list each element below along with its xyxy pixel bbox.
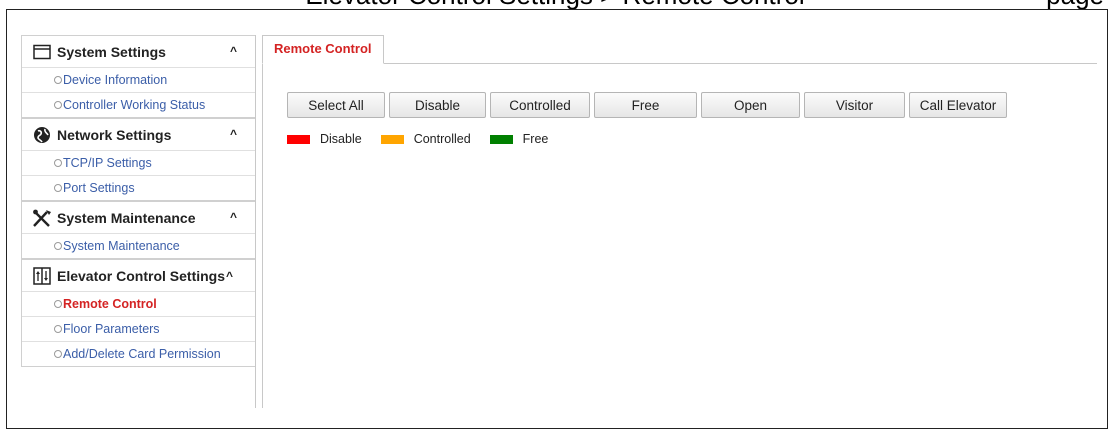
sidebar-item-port-settings[interactable]: Port Settings — [22, 175, 255, 200]
sidebar-item-tcp-ip-settings[interactable]: TCP/IP Settings — [22, 150, 255, 175]
globe-icon — [32, 125, 52, 145]
bullet-icon — [54, 349, 62, 358]
sidebar-group-header-system-settings[interactable]: System Settings ^ — [22, 36, 255, 67]
legend-swatch — [287, 134, 310, 144]
bullet-icon — [54, 299, 62, 308]
elevator-icon — [32, 266, 52, 286]
select-all-button[interactable]: Select All — [287, 92, 385, 118]
call-elevator-button[interactable]: Call Elevator — [909, 92, 1007, 118]
bullet-icon — [54, 183, 62, 192]
legend-item-free: Free — [489, 132, 549, 146]
sidebar-group-title: System Settings — [57, 43, 166, 60]
window-icon — [32, 42, 52, 62]
open-button[interactable]: Open — [701, 92, 800, 118]
sidebar-item-floor-parameters[interactable]: Floor Parameters — [22, 316, 255, 341]
sidebar-group-header-elevator-control-settings[interactable]: Elevator Control Settings ^ — [22, 260, 255, 291]
legend-item-disable: Disable — [287, 132, 362, 146]
sidebar-group-header-network-settings[interactable]: Network Settings ^ — [22, 119, 255, 150]
collapse-caret-icon[interactable]: ^ — [230, 210, 237, 224]
bullet-icon — [54, 75, 62, 84]
collapse-caret-icon[interactable]: ^ — [230, 127, 237, 141]
control-button-row: Select All Disable Controlled Free Open … — [287, 92, 1011, 118]
bullet-icon — [54, 324, 62, 333]
bullet-icon — [54, 241, 62, 250]
free-button[interactable]: Free — [594, 92, 697, 118]
sidebar-group-system-settings: System Settings ^ Device Information Con… — [21, 35, 255, 118]
legend-label: Controlled — [413, 132, 471, 146]
tab-remote-control[interactable]: Remote Control — [262, 35, 384, 64]
sidebar-group-title: Elevator Control Settings — [57, 267, 226, 284]
sidebar-group-title: System Maintenance — [57, 209, 196, 226]
bullet-icon — [54, 100, 62, 109]
disable-button[interactable]: Disable — [389, 92, 486, 118]
sidebar-item-system-maintenance[interactable]: System Maintenance — [22, 233, 255, 258]
bullet-icon — [54, 158, 62, 167]
sidebar-group-elevator-control-settings: Elevator Control Settings ^ Remote Contr… — [21, 259, 255, 367]
tools-icon — [32, 208, 52, 228]
legend-swatch — [380, 134, 404, 144]
main-content: Remote Control Select All Disable Contro… — [262, 35, 1097, 408]
sidebar-group-title: Network Settings — [57, 126, 172, 143]
sidebar: System Settings ^ Device Information Con… — [21, 35, 256, 408]
collapse-caret-icon[interactable]: ^ — [226, 269, 233, 283]
legend-label: Disable — [320, 132, 362, 146]
sidebar-group-header-system-maintenance[interactable]: System Maintenance ^ — [22, 202, 255, 233]
status-legend: Disable Controlled Free — [287, 132, 567, 146]
controlled-button[interactable]: Controlled — [490, 92, 590, 118]
sidebar-item-controller-working-status[interactable]: Controller Working Status — [22, 92, 255, 117]
sidebar-group-system-maintenance: System Maintenance ^ System Maintenance — [21, 201, 255, 259]
sidebar-group-network-settings: Network Settings ^ TCP/IP Settings Port … — [21, 118, 255, 201]
sidebar-item-add-delete-card-permission[interactable]: Add/Delete Card Permission — [22, 341, 255, 366]
visitor-button[interactable]: Visitor — [804, 92, 905, 118]
legend-label: Free — [522, 132, 549, 146]
sidebar-item-remote-control[interactable]: Remote Control — [22, 291, 255, 316]
sidebar-item-device-information[interactable]: Device Information — [22, 67, 255, 92]
collapse-caret-icon[interactable]: ^ — [230, 44, 237, 58]
legend-swatch — [489, 134, 513, 144]
legend-item-controlled: Controlled — [380, 132, 471, 146]
